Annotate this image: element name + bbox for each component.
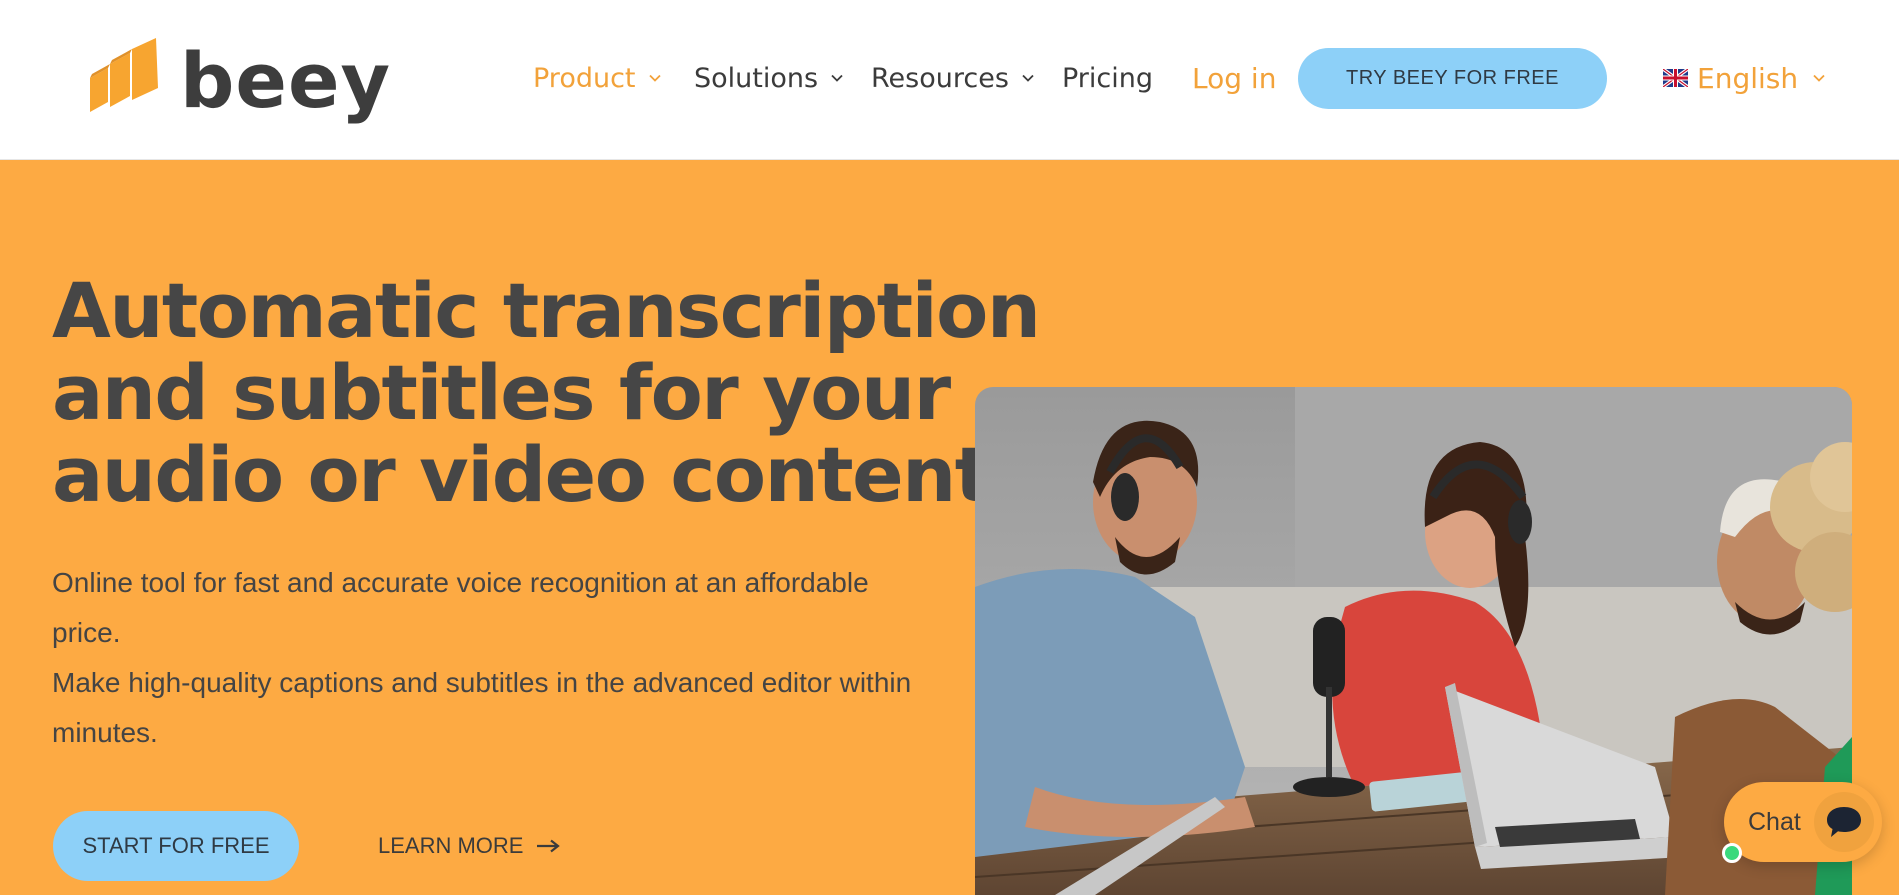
hero-photo [975,387,1852,895]
login-label: Log in [1192,61,1277,95]
chat-bubble-icon [1814,792,1874,852]
chevron-down-icon [1813,74,1825,82]
language-label: English [1697,61,1799,95]
hero-title: Automatic transcription and subtitles fo… [52,266,1041,519]
try-free-button[interactable]: TRY BEEY FOR FREE [1298,48,1607,109]
language-selector[interactable]: English [1663,58,1826,98]
start-for-free-button[interactable]: START FOR FREE [53,811,299,881]
brand-name: beey [180,36,392,125]
hero-paragraph: Make high-quality captions and subtitles… [52,667,912,748]
nav-product[interactable]: Product [533,58,662,98]
chevron-down-icon [648,74,661,82]
hero-description: Online tool for fast and accurate voice … [52,558,912,758]
online-status-indicator [1722,843,1742,863]
hero-paragraph: Online tool for fast and accurate voice … [52,567,869,648]
beey-logo-icon [90,38,158,112]
site-header: beey Product Solutions Resources Pricing… [0,0,1899,160]
hero-title-line: audio or video content [52,430,991,519]
nav-solutions-label: Solutions [694,62,819,94]
hero-title-line: Automatic transcription [52,266,1041,355]
nav-product-label: Product [533,62,636,94]
chevron-down-icon [1022,74,1034,82]
uk-flag-icon [1663,69,1688,87]
chat-label: Chat [1748,807,1801,836]
hero-section: Automatic transcription and subtitles fo… [0,160,1899,895]
hero-title-line: and subtitles for your [52,348,951,437]
chevron-down-icon [831,74,843,82]
nav-resources[interactable]: Resources [871,58,1035,98]
nav-solutions[interactable]: Solutions [694,58,844,98]
login-link[interactable]: Log in [1192,58,1276,98]
beey-logo[interactable]: beey [80,36,391,126]
nav-resources-label: Resources [871,62,1009,94]
chat-widget[interactable]: Chat [1724,782,1882,862]
learn-more-link[interactable]: LEARN MORE [378,826,561,866]
arrow-right-icon [537,839,561,853]
nav-pricing[interactable]: Pricing [1062,58,1153,98]
learn-more-label: LEARN MORE [378,833,524,858]
nav-pricing-label: Pricing [1062,62,1154,94]
